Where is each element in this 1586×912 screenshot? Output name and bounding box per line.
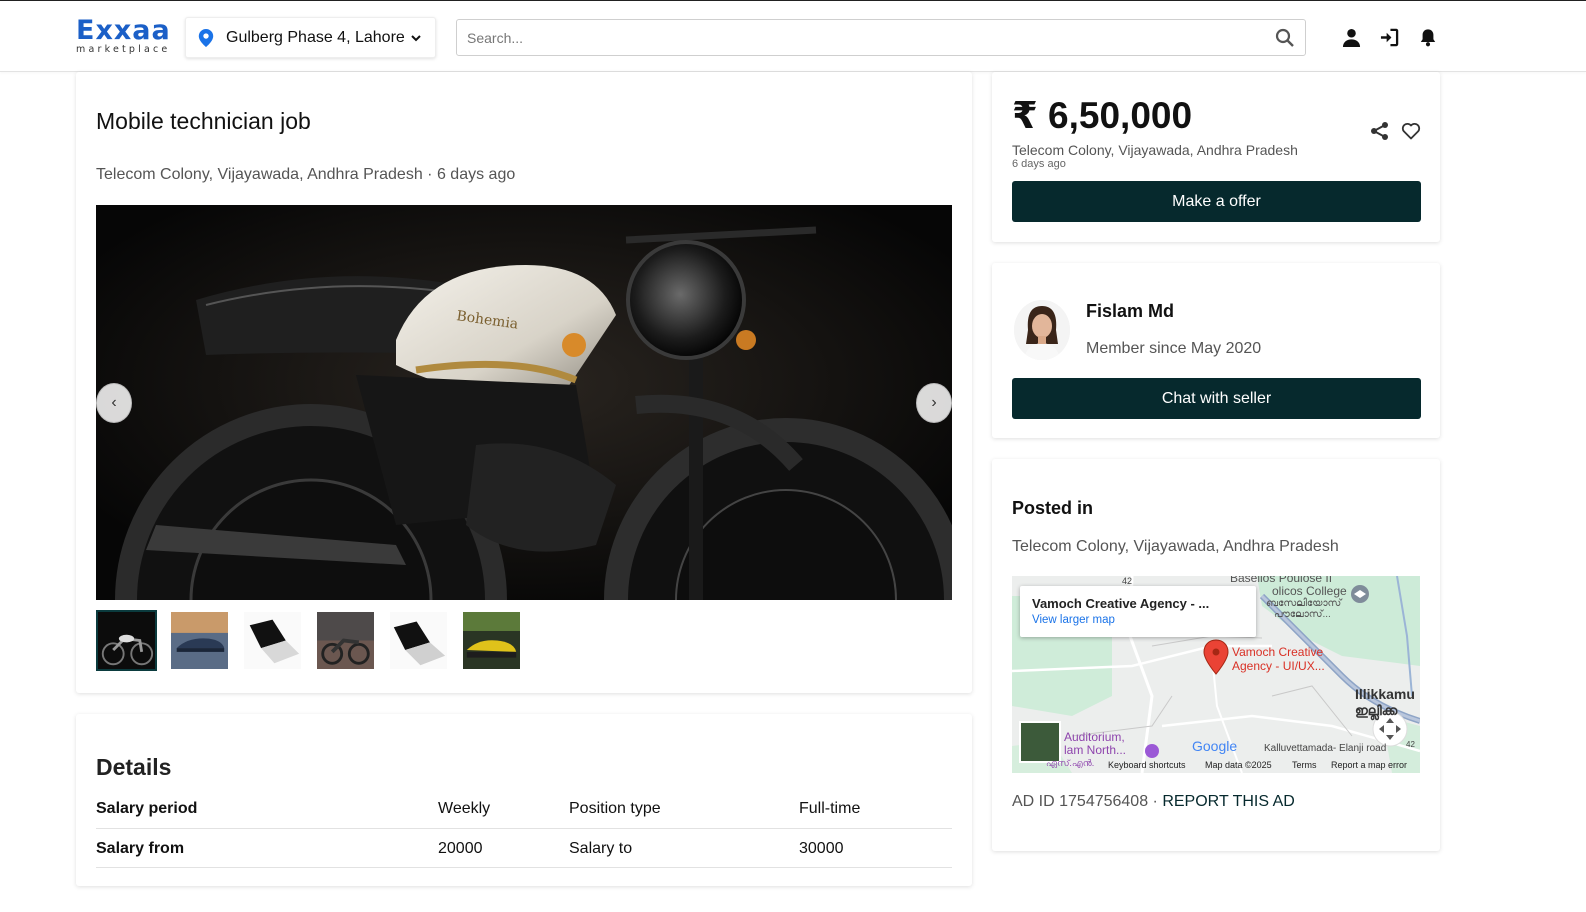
detail-key: Salary to <box>569 828 799 868</box>
seller-name: Fislam Md <box>1086 301 1175 321</box>
seller-card: Fislam Md Member since May 2020 Chat wit… <box>992 263 1440 438</box>
price-location: Telecom Colony, Vijayawada, Andhra Prade… <box>1012 142 1298 158</box>
report-ad-link[interactable]: REPORT THIS AD <box>1162 793 1294 810</box>
listing-location: Telecom Colony, Vijayawada, Andhra Prade… <box>96 166 423 183</box>
listing-time: 6 days ago <box>436 166 516 183</box>
thumbnail-4[interactable] <box>315 610 376 671</box>
exxaa-logo[interactable]: Exxaa marketplace <box>76 17 176 59</box>
listing-card: Mobile technician job Telecom Colony, Vi… <box>76 72 972 693</box>
ad-id: AD ID 1754756408 <box>1012 793 1149 810</box>
meta-separator: · <box>427 166 437 183</box>
user-icon[interactable] <box>1340 26 1362 48</box>
detail-value: Full-time <box>799 789 952 829</box>
ad-separator: · <box>1148 793 1163 810</box>
bell-icon[interactable] <box>1417 26 1439 48</box>
posted-in-card: Posted in Telecom Colony, Vijayawada, An… <box>992 459 1440 851</box>
map-pin-label: Vamoch Creative <box>1232 645 1324 659</box>
thumbnail-6[interactable] <box>461 610 522 671</box>
map-label: Illikkamu <box>1355 686 1415 702</box>
search-bar <box>456 19 1306 56</box>
map-label: ഇല്ലിക്ക <box>1355 703 1398 718</box>
details-title: Details <box>96 754 172 780</box>
seller-avatar[interactable] <box>1014 300 1070 360</box>
map-data-credit: Map data ©2025 <box>1205 760 1272 770</box>
map-info-popup: Vamoch Creative Agency - ... View larger… <box>1020 586 1256 637</box>
carousel-next-button[interactable]: › <box>916 383 952 423</box>
details-table: Salary period Weekly Position type Full-… <box>96 789 952 868</box>
map-label: ഏസ്.എൻ. <box>1046 758 1095 768</box>
thumbnail-1[interactable] <box>96 610 157 671</box>
table-row: Salary from 20000 Salary to 30000 <box>96 828 952 868</box>
location-pin-icon <box>198 28 214 47</box>
detail-key: Position type <box>569 789 799 829</box>
detail-value: 20000 <box>438 828 569 868</box>
location-map[interactable]: Vamoch Creative Agency - ... View larger… <box>1012 576 1420 773</box>
google-logo: Google <box>1192 738 1238 754</box>
thumbnail-3[interactable] <box>242 610 303 671</box>
thumbnail-2[interactable] <box>169 610 230 671</box>
carousel-prev-button[interactable]: ‹ <box>96 383 132 423</box>
map-popup-title: Vamoch Creative Agency - ... <box>1032 596 1210 611</box>
search-icon[interactable] <box>1275 28 1295 48</box>
chevron-down-icon <box>411 34 421 41</box>
make-offer-button[interactable]: Make a offer <box>1012 181 1421 222</box>
price-time: 6 days ago <box>1012 158 1066 170</box>
detail-key: Salary from <box>96 828 438 868</box>
map-report-error-link[interactable]: Report a map error <box>1331 760 1407 770</box>
thumbnail-strip <box>96 610 534 672</box>
map-keyboard-shortcuts[interactable]: Keyboard shortcuts <box>1108 760 1186 770</box>
listing-title: Mobile technician job <box>96 108 311 134</box>
details-card: Details Salary period Weekly Position ty… <box>76 714 972 886</box>
map-label: Kalluvettamada- Elanji road <box>1264 743 1387 754</box>
seller-member-since: Member since May 2020 <box>1086 340 1262 357</box>
map-road-number: 42 <box>1122 576 1133 586</box>
price-card: ₹ 6,50,000 Telecom Colony, Vijayawada, A… <box>992 72 1440 242</box>
table-row: Salary period Weekly Position type Full-… <box>96 789 952 829</box>
thumbnail-5[interactable] <box>388 610 449 671</box>
map-terms-link[interactable]: Terms <box>1292 760 1317 770</box>
detail-key: Salary period <box>96 789 438 829</box>
chat-with-seller-button[interactable]: Chat with seller <box>1012 378 1421 419</box>
location-selector[interactable]: Gulberg Phase 4, Lahore <box>185 17 436 58</box>
top-header: Exxaa marketplace Gulberg Phase 4, Lahor… <box>0 1 1586 72</box>
map-road-number: 42 <box>1406 740 1415 749</box>
posted-in-location: Telecom Colony, Vijayawada, Andhra Prade… <box>1012 538 1339 555</box>
motorcycle-photo: Bohemia <box>96 205 952 600</box>
login-icon[interactable] <box>1378 26 1400 48</box>
price: ₹ 6,50,000 <box>1012 95 1193 136</box>
share-icon[interactable] <box>1370 121 1390 141</box>
posted-in-title: Posted in <box>1012 498 1094 518</box>
search-input[interactable] <box>457 21 1275 54</box>
listing-meta: Telecom Colony, Vijayawada, Andhra Prade… <box>96 166 515 184</box>
heart-icon[interactable] <box>1401 121 1421 141</box>
detail-value: 30000 <box>799 828 952 868</box>
location-label: Gulberg Phase 4, Lahore <box>226 28 405 46</box>
view-larger-map-link[interactable]: View larger map <box>1032 614 1244 626</box>
map-pin-label: Agency - UI/UX... <box>1232 659 1325 673</box>
map-label: lam North... <box>1064 743 1127 757</box>
main-image-carousel[interactable]: Bohemia ‹ › <box>96 205 952 600</box>
logo-tagline: marketplace <box>76 44 171 55</box>
ad-id-line: AD ID 1754756408 · REPORT THIS AD <box>1012 793 1295 811</box>
logo-wordmark: Exxaa <box>76 15 171 46</box>
detail-value: Weekly <box>438 789 569 829</box>
map-label: പൗലോസ്... <box>1274 609 1331 620</box>
